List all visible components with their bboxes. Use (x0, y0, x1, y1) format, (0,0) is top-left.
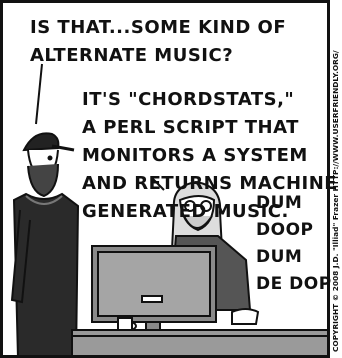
panel-border-top (0, 0, 330, 3)
hand-on-mouse (231, 308, 260, 325)
sound-effect-text: DUM DOOP DUM DE DOP (256, 193, 332, 294)
comic-panel: IS THAT...SOME KIND OF ALTERNATE MUSIC? … (0, 0, 342, 358)
computer-monitor (91, 245, 217, 333)
speech-text-question: IS THAT...SOME KIND OF ALTERNATE MUSIC? (30, 17, 287, 66)
standing-character (10, 132, 80, 358)
panel-border-left (0, 0, 3, 358)
desk (71, 329, 329, 358)
panel-border-right (327, 0, 330, 358)
speech-tail-left (35, 63, 43, 125)
copyright-credit: COPYRIGHT © 2008 J.D. "Illiad" Frazer HT… (331, 50, 340, 352)
